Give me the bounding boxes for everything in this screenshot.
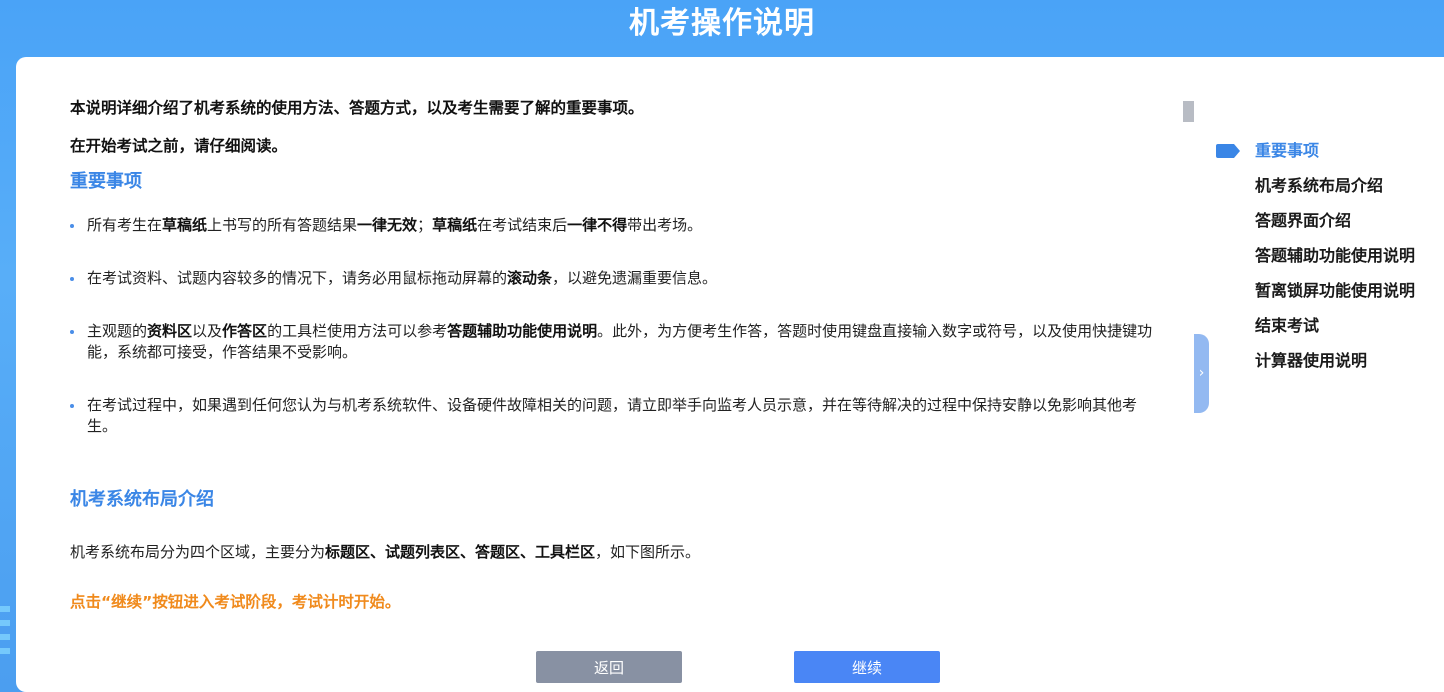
toc-item-lock-screen[interactable]: 暂离锁屏功能使用说明 xyxy=(1216,279,1436,314)
toc-item-end-exam[interactable]: 结束考试 xyxy=(1216,314,1436,349)
important-bullet: 在考试过程中，如果遇到任何您认为与机考系统软件、设备硬件故障相关的问题，请立即举… xyxy=(70,395,1160,437)
instructions-content: 本说明详细介绍了机考系统的使用方法、答题方式，以及考生需要了解的重要事项。 在开… xyxy=(70,97,1160,613)
toc-label: 暂离锁屏功能使用说明 xyxy=(1255,281,1416,300)
scrollbar-thumb[interactable] xyxy=(1183,101,1194,122)
back-button[interactable]: 返回 xyxy=(536,651,682,683)
important-bullet: 在考试资料、试题内容较多的情况下，请务必用鼠标拖动屏幕的滚动条，以避免遗漏重要信… xyxy=(70,268,1160,289)
intro-line-1: 本说明详细介绍了机考系统的使用方法、答题方式，以及考生需要了解的重要事项。 xyxy=(70,99,644,117)
toc-label: 结束考试 xyxy=(1255,316,1320,335)
toc-label: 答题辅助功能使用说明 xyxy=(1255,246,1416,265)
toc-item-important[interactable]: 重要事项 xyxy=(1216,139,1436,174)
toc-label: 计算器使用说明 xyxy=(1255,351,1368,370)
instructions-card: 本说明详细介绍了机考系统的使用方法、答题方式，以及考生需要了解的重要事项。 在开… xyxy=(16,57,1444,692)
background-decoration xyxy=(0,600,14,692)
toc-item-layout[interactable]: 机考系统布局介绍 xyxy=(1216,174,1436,209)
continue-button[interactable]: 继续 xyxy=(794,651,940,683)
toc-item-answer-interface[interactable]: 答题界面介绍 xyxy=(1216,209,1436,244)
active-marker-icon xyxy=(1216,144,1240,158)
intro-line-2: 在开始考试之前，请仔细阅读。 xyxy=(70,137,288,155)
toc-item-calculator[interactable]: 计算器使用说明 xyxy=(1216,349,1436,384)
toc-label: 机考系统布局介绍 xyxy=(1255,176,1384,195)
toc-label: 重要事项 xyxy=(1255,141,1320,160)
start-notice: 点击“继续”按钮进入考试阶段，考试计时开始。 xyxy=(70,593,401,611)
section-title-important: 重要事项 xyxy=(70,171,142,192)
important-bullet: 主观题的资料区以及作答区的工具栏使用方法可以参考答题辅助功能使用说明。此外，为方… xyxy=(70,321,1160,363)
section-title-layout: 机考系统布局介绍 xyxy=(70,489,214,510)
layout-paragraph: 机考系统布局分为四个区域，主要分为标题区、试题列表区、答题区、工具栏区，如下图所… xyxy=(70,543,701,561)
important-bullet: 所有考生在草稿纸上书写的所有答题结果一律无效；草稿纸在考试结束后一律不得带出考场… xyxy=(70,215,1160,236)
chevron-right-icon: › xyxy=(1198,365,1205,381)
important-bullet-list: 所有考生在草稿纸上书写的所有答题结果一律无效；草稿纸在考试结束后一律不得带出考场… xyxy=(70,215,1160,437)
toc-label: 答题界面介绍 xyxy=(1255,211,1352,230)
side-panel-toggle[interactable]: › xyxy=(1194,334,1209,413)
table-of-contents: 重要事项 机考系统布局介绍 答题界面介绍 答题辅助功能使用说明 暂离锁屏功能使用… xyxy=(1216,139,1436,384)
toc-item-assist-functions[interactable]: 答题辅助功能使用说明 xyxy=(1216,244,1436,279)
page-title: 机考操作说明 xyxy=(629,6,815,41)
